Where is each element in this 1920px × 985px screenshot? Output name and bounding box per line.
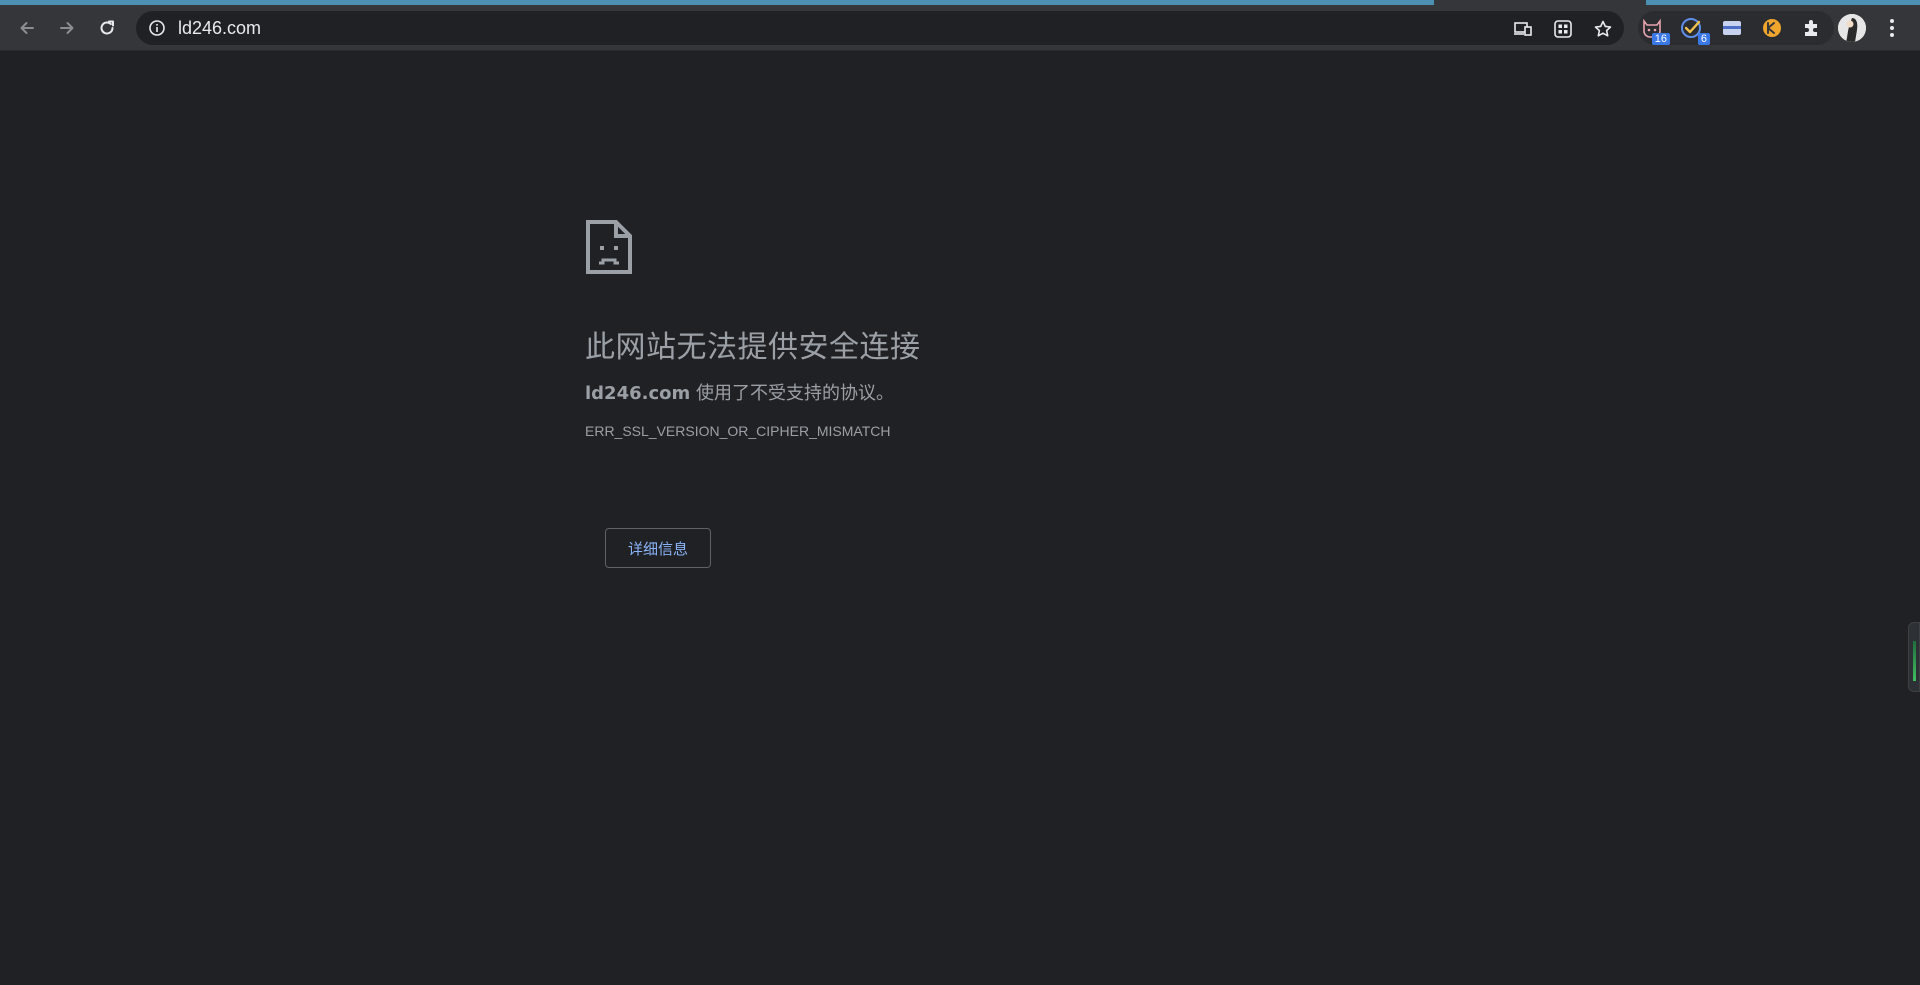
menu-dot <box>1890 19 1894 23</box>
extensions-area: 16 6 <box>1638 11 1834 45</box>
error-page-content: 此网站无法提供安全连接 ld246.com 使用了不受支持的协议。 ERR_SS… <box>585 219 1385 568</box>
orange-circle-icon <box>1763 19 1781 37</box>
side-panel-handle[interactable] <box>1908 622 1920 692</box>
extension-card[interactable] <box>1720 17 1746 41</box>
card-icon <box>1723 21 1741 35</box>
star-icon <box>1594 20 1612 37</box>
level-meter <box>1913 641 1916 681</box>
details-button[interactable]: 详细信息 <box>605 528 711 568</box>
info-icon[interactable] <box>148 19 166 37</box>
error-message: 使用了不受支持的协议。 <box>690 383 894 404</box>
browser-menu-button[interactable] <box>1880 15 1904 41</box>
qr-code-button[interactable] <box>1552 18 1574 40</box>
puzzle-icon <box>1805 20 1817 36</box>
extension-badge: 16 <box>1651 33 1670 45</box>
error-code: ERR_SSL_VERSION_OR_CIPHER_MISMATCH <box>585 423 891 439</box>
back-button[interactable] <box>12 13 42 43</box>
extension-orange[interactable] <box>1760 17 1786 41</box>
error-description: ld246.com 使用了不受支持的协议。 <box>585 381 1385 407</box>
error-title: 此网站无法提供安全连接 <box>585 330 921 365</box>
extension-cat[interactable]: 16 <box>1640 17 1670 45</box>
sad-file-icon <box>586 220 632 274</box>
reload-button[interactable] <box>92 13 122 43</box>
menu-dot <box>1890 33 1894 37</box>
browser-toolbar: ld246.com 16 6 <box>0 5 1920 50</box>
address-bar[interactable]: ld246.com <box>136 11 1624 45</box>
cast-button[interactable] <box>1512 18 1534 40</box>
extensions-menu-button[interactable] <box>1800 17 1826 41</box>
arrow-right-icon <box>60 22 74 34</box>
bookmark-button[interactable] <box>1592 18 1614 40</box>
devices-icon <box>1514 22 1532 36</box>
error-host: ld246.com <box>585 383 691 404</box>
extension-check[interactable]: 6 <box>1680 17 1710 45</box>
url-text[interactable]: ld246.com <box>178 18 261 39</box>
forward-button[interactable] <box>52 13 82 43</box>
grid-icon <box>1554 20 1572 38</box>
menu-dot <box>1890 26 1894 30</box>
reload-icon <box>100 20 114 35</box>
avatar-icon <box>1838 14 1866 42</box>
extension-badge: 6 <box>1697 33 1710 45</box>
profile-avatar[interactable] <box>1838 14 1866 42</box>
arrow-left-icon <box>20 22 34 34</box>
